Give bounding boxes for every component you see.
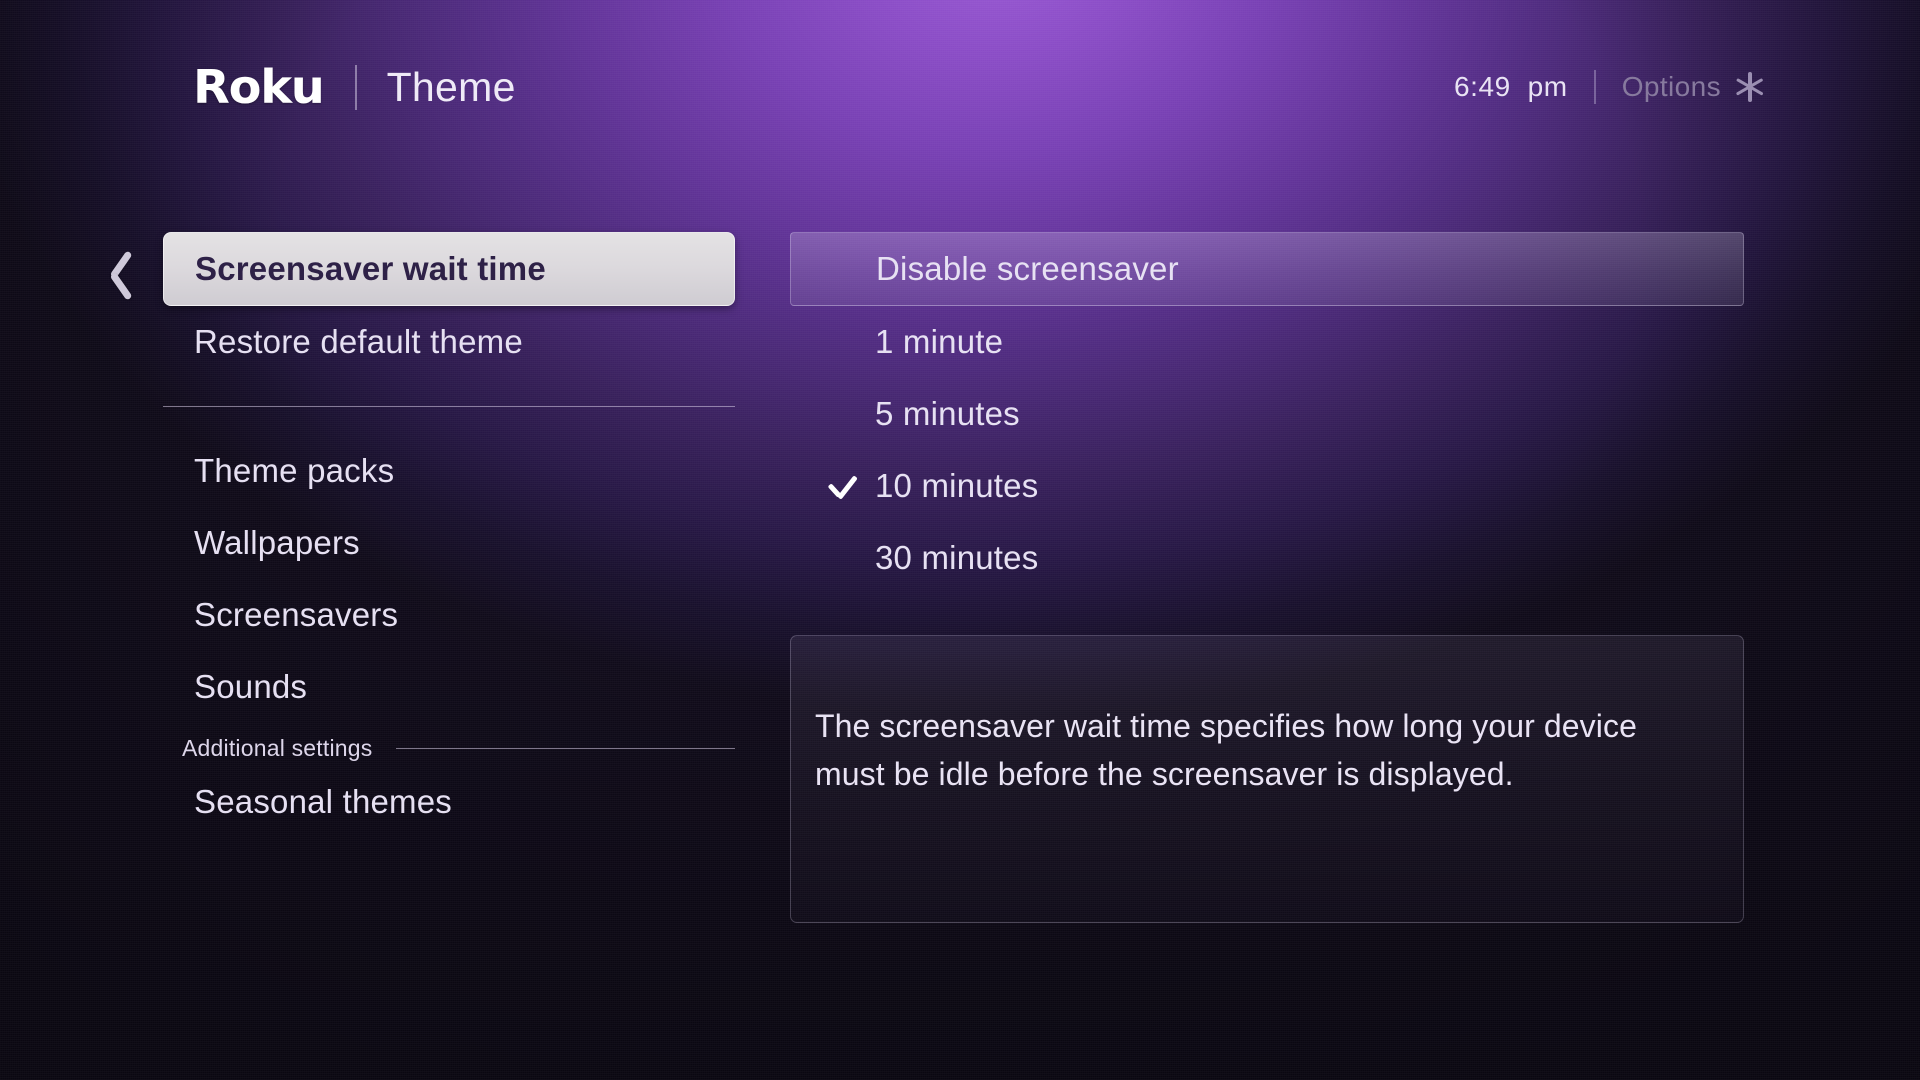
option-row-1-minute[interactable]: 1 minute [790,306,1744,378]
option-label: 10 minutes [875,467,1039,504]
header-bar: Roku Theme 6:49 pm Options [193,56,1765,118]
description-panel: The screensaver wait time specifies how … [790,635,1744,923]
description-text: The screensaver wait time specifies how … [815,708,1637,792]
asterisk-icon[interactable] [1735,72,1765,102]
option-row-5-minutes[interactable]: 5 minutes [790,378,1744,450]
option-row-30-minutes[interactable]: 30 minutes [790,522,1744,594]
option-row-10-minutes[interactable]: 10 minutes [790,450,1744,522]
page-title: Theme [386,63,516,110]
sidebar-item-theme-packs[interactable]: Theme packs [163,435,735,507]
option-label: 1 minute [875,323,1004,360]
header-left-group: Roku Theme [193,64,516,111]
sidebar-item-label: Screensaver wait time [195,250,546,287]
roku-theme-settings-screen: Roku Theme 6:49 pm Options Screensaver w… [0,0,1920,1080]
chevron-left-icon[interactable] [100,247,134,301]
sidebar-item-wallpapers[interactable]: Wallpapers [163,507,735,579]
screensaver-wait-time-options: Disable screensaver 1 minute 5 minutes 1… [790,232,1744,594]
sidebar-item-label: Restore default theme [194,323,523,360]
sidebar-item-label: Sounds [194,668,308,705]
settings-sidebar: Screensaver wait time Restore default th… [163,232,735,838]
sidebar-item-sounds[interactable]: Sounds [163,651,735,723]
option-label: Disable screensaver [876,250,1179,287]
sidebar-item-restore-default-theme[interactable]: Restore default theme [163,306,735,378]
clock: 6:49 pm [1453,71,1568,102]
sidebar-item-label: Theme packs [194,452,395,489]
sidebar-item-label: Screensavers [194,596,399,633]
sidebar-section-rule [396,748,735,749]
sidebar-item-screensavers[interactable]: Screensavers [163,579,735,651]
checkmark-icon [827,471,858,501]
roku-logo: Roku [193,60,325,114]
sidebar-item-seasonal-themes[interactable]: Seasonal themes [163,766,735,838]
option-label: 5 minutes [875,395,1020,432]
sidebar-divider [163,406,735,407]
sidebar-item-label: Wallpapers [194,524,360,561]
header-divider-2 [1593,70,1596,104]
option-label: 30 minutes [875,539,1039,576]
sidebar-item-label: Seasonal themes [194,783,452,820]
sidebar-item-screensaver-wait-time[interactable]: Screensaver wait time [163,232,735,306]
sidebar-section-label: Additional settings [182,735,373,761]
header-right-group: 6:49 pm Options [1454,70,1765,104]
option-row-disable-screensaver[interactable]: Disable screensaver [790,232,1744,306]
sidebar-section-header: Additional settings [163,735,735,762]
header-divider [354,64,357,110]
options-button-label[interactable]: Options [1622,71,1721,103]
